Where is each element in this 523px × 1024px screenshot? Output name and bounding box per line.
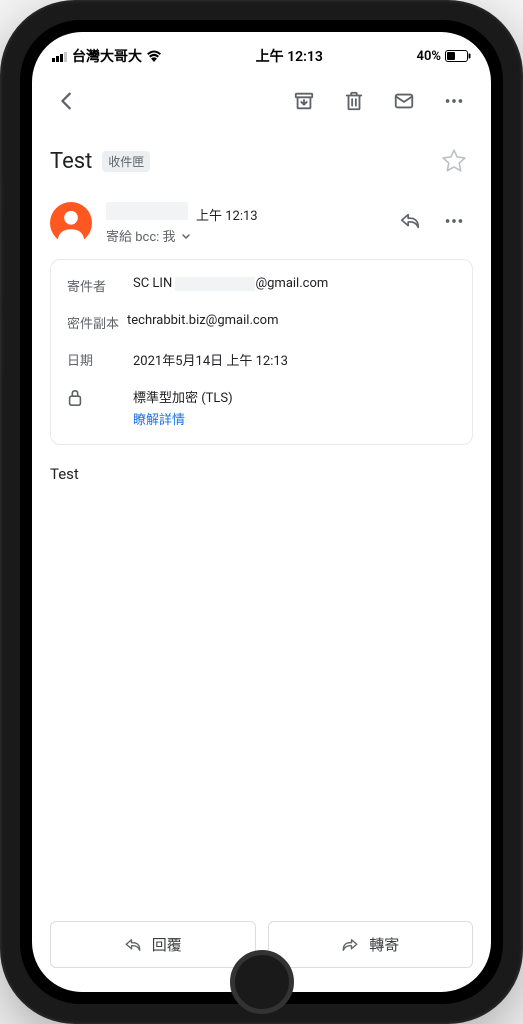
forward-button[interactable]: 轉寄	[268, 921, 474, 968]
sender-actions	[391, 202, 473, 240]
battery-icon	[445, 50, 471, 62]
forward-icon	[341, 936, 359, 954]
date-value: 2021年5月14日 上午 12:13	[133, 350, 456, 369]
sender-row: 上午 12:13 寄給 bcc: 我	[32, 198, 491, 259]
from-domain: @gmail.com	[255, 276, 328, 291]
delete-button[interactable]	[333, 82, 375, 120]
recipient-label: 寄給 bcc: 我	[106, 226, 176, 245]
status-time: 上午 12:13	[256, 46, 323, 66]
wifi-icon	[146, 50, 162, 62]
bcc-value: techrabbit.biz@gmail.com	[127, 313, 456, 328]
reply-icon-button[interactable]	[391, 202, 429, 240]
battery-pct-label: 40%	[417, 49, 441, 64]
carrier-label: 台灣大哥大	[72, 46, 142, 66]
screen: 台灣大哥大 上午 12:13 40%	[32, 32, 491, 992]
detail-date: 日期 2021年5月14日 上午 12:13	[67, 350, 456, 369]
home-button[interactable]	[230, 950, 294, 1014]
from-name: SC LIN	[133, 276, 172, 291]
detail-bcc: 密件副本 techrabbit.biz@gmail.com	[67, 313, 456, 332]
security-text: 標準型加密 (TLS)	[133, 387, 233, 406]
app-bar	[32, 72, 491, 130]
reply-button[interactable]: 回覆	[50, 921, 256, 968]
email-body: Test	[32, 465, 491, 905]
label-chip[interactable]: 收件匣	[102, 151, 150, 172]
from-value: SC LIN @gmail.com	[133, 276, 456, 291]
sender-info: 上午 12:13 寄給 bcc: 我	[106, 202, 377, 245]
reply-icon	[124, 936, 142, 954]
detail-from: 寄件者 SC LIN @gmail.com	[67, 276, 456, 295]
bcc-label: 密件副本	[67, 313, 119, 332]
back-button[interactable]	[48, 82, 86, 120]
detail-security: 標準型加密 (TLS) 瞭解詳情	[67, 387, 456, 428]
sender-time: 上午 12:13	[196, 205, 258, 224]
volume-up	[0, 240, 1, 300]
details-card: 寄件者 SC LIN @gmail.com 密件副本 techrabbit.bi…	[50, 259, 473, 445]
message-more-button[interactable]	[435, 202, 473, 240]
subject-text: Test	[50, 149, 92, 174]
sender-name-redacted	[106, 202, 188, 220]
recipient-toggle[interactable]: 寄給 bcc: 我	[106, 226, 377, 245]
star-button[interactable]	[435, 142, 473, 180]
security-link[interactable]: 瞭解詳情	[133, 409, 233, 428]
phone-frame: 台灣大哥大 上午 12:13 40%	[0, 0, 523, 1024]
lock-icon	[67, 387, 119, 407]
mute-switch	[0, 180, 1, 215]
avatar[interactable]	[50, 202, 92, 244]
forward-label: 轉寄	[369, 934, 399, 955]
more-button[interactable]	[433, 82, 475, 120]
status-bar: 台灣大哥大 上午 12:13 40%	[32, 32, 491, 72]
reply-label: 回覆	[152, 934, 182, 955]
from-label: 寄件者	[67, 276, 119, 295]
date-label: 日期	[67, 350, 119, 369]
subject-row: Test 收件匣	[32, 130, 491, 198]
chevron-down-icon	[180, 230, 192, 242]
volume-down	[0, 315, 1, 375]
status-right: 40%	[417, 49, 471, 64]
mark-unread-button[interactable]	[383, 82, 425, 120]
archive-button[interactable]	[283, 82, 325, 120]
from-redacted	[175, 277, 255, 291]
status-left: 台灣大哥大	[52, 46, 162, 66]
signal-icon	[52, 51, 68, 62]
